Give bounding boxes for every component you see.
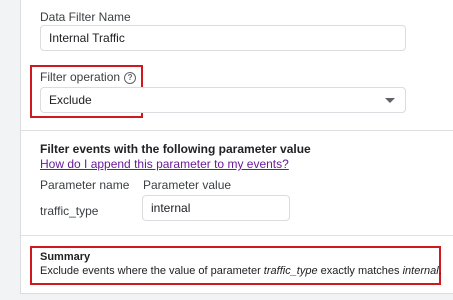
summary-prefix: Exclude events where the value of parame… bbox=[40, 265, 264, 277]
help-circle-icon[interactable]: ? bbox=[124, 72, 137, 84]
data-filter-name-input[interactable]: Internal Traffic bbox=[40, 25, 406, 51]
parameter-value-header: Parameter value bbox=[143, 178, 232, 192]
data-filter-name-value: Internal Traffic bbox=[49, 31, 125, 45]
filter-operation-label-text: Filter operation bbox=[40, 70, 121, 84]
data-filter-name-label: Data Filter Name bbox=[40, 10, 131, 24]
data-filter-card: Data Filter Name Internal Traffic Filter… bbox=[20, 0, 453, 294]
summary-param: traffic_type bbox=[263, 265, 318, 277]
parameter-value-text: internal bbox=[151, 201, 191, 215]
summary-middle: exactly matches bbox=[317, 265, 403, 277]
summary-match-value: internal bbox=[402, 265, 439, 277]
filter-operation-selected: Exclude bbox=[49, 93, 92, 107]
parameter-help-link[interactable]: How do I append this parameter to my eve… bbox=[40, 157, 289, 171]
section-divider-2 bbox=[21, 235, 453, 236]
parameter-value-input[interactable]: internal bbox=[142, 195, 290, 221]
parameter-name-header: Parameter name bbox=[40, 178, 130, 192]
summary-title: Summary bbox=[40, 251, 91, 263]
summary-suffix: . bbox=[438, 265, 442, 277]
page: Data Filter Name Internal Traffic Filter… bbox=[0, 0, 453, 300]
summary-text: Exclude events where the value of parame… bbox=[40, 265, 442, 277]
section-divider bbox=[21, 130, 453, 131]
filter-operation-label: Filter operation? bbox=[40, 70, 137, 84]
caret-down-icon[interactable] bbox=[385, 98, 395, 103]
parameter-name-value: traffic_type bbox=[40, 204, 99, 218]
parameter-section-title: Filter events with the following paramet… bbox=[40, 142, 311, 156]
filter-operation-select[interactable]: Exclude bbox=[40, 87, 406, 113]
